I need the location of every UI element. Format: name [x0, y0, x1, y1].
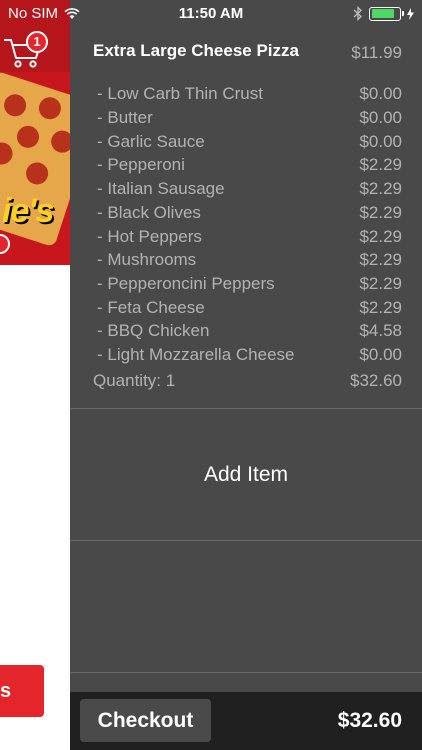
- checkout-button[interactable]: Checkout: [80, 699, 211, 742]
- option-price: $0.00: [359, 132, 402, 151]
- status-bar: No SIM 11:50 AM: [0, 0, 422, 30]
- option-name: - Mushrooms: [97, 250, 197, 269]
- option-row: - Mushrooms $2.29: [70, 250, 422, 274]
- option-price: $2.29: [359, 179, 402, 198]
- option-price: $2.29: [359, 227, 402, 246]
- background-app-panel: 1 ie's s: [0, 0, 70, 750]
- option-row: - Italian Sausage $2.29: [70, 179, 422, 203]
- promo-banner[interactable]: ie's: [0, 72, 70, 265]
- option-row: - Hot Peppers $2.29: [70, 227, 422, 251]
- option-price: $2.29: [359, 274, 402, 293]
- option-name: - Pepperoni: [97, 155, 185, 174]
- charging-icon: [407, 7, 414, 20]
- logo-badge: [0, 234, 10, 254]
- option-row: - Black Olives $2.29: [70, 203, 422, 227]
- add-item-button[interactable]: Add Item: [70, 409, 422, 540]
- option-price: $0.00: [359, 84, 402, 103]
- quantity-label: Quantity: 1: [93, 371, 176, 390]
- option-row: - Pepperoncini Peppers $2.29: [70, 274, 422, 298]
- option-name: - Hot Peppers: [97, 227, 202, 246]
- option-name: - Italian Sausage: [97, 179, 225, 198]
- option-name: - Low Carb Thin Crust: [97, 84, 263, 103]
- cart-count-badge: 1: [26, 31, 48, 53]
- option-name: - Pepperoncini Peppers: [97, 274, 275, 293]
- divider: [70, 672, 422, 673]
- option-name: - Black Olives: [97, 203, 201, 222]
- option-row: - Feta Cheese $2.29: [70, 298, 422, 322]
- order-button[interactable]: s: [0, 665, 44, 717]
- option-name: - Garlic Sauce: [97, 132, 205, 151]
- option-name: - Light Mozzarella Cheese: [97, 345, 295, 364]
- divider: [70, 540, 422, 541]
- option-name: - Butter: [97, 108, 153, 127]
- option-price: $2.29: [359, 250, 402, 269]
- option-row: - Butter $0.00: [70, 108, 422, 132]
- cart-total: $32.60: [337, 709, 402, 732]
- item-base-price: $11.99: [351, 43, 402, 62]
- item-title: Extra Large Cheese Pizza: [93, 41, 299, 60]
- battery-icon: [369, 6, 404, 21]
- checkout-bar: Checkout $32.60: [70, 692, 422, 750]
- option-price: $0.00: [359, 345, 402, 364]
- option-row: - Pepperoni $2.29: [70, 155, 422, 179]
- option-price: $2.29: [359, 155, 402, 174]
- option-name: - Feta Cheese: [97, 298, 205, 317]
- option-price: $2.29: [359, 203, 402, 222]
- option-row: - Garlic Sauce $0.00: [70, 132, 422, 156]
- option-row: - BBQ Chicken $4.58: [70, 321, 422, 345]
- option-row: - Low Carb Thin Crust $0.00: [70, 84, 422, 108]
- bluetooth-icon: [353, 6, 362, 21]
- option-row: - Light Mozzarella Cheese $0.00: [70, 345, 422, 369]
- cart-panel: Extra Large Cheese Pizza $11.99 - Low Ca…: [70, 0, 422, 750]
- item-line-total: $32.60: [350, 371, 402, 390]
- option-price: $4.58: [359, 321, 402, 340]
- option-price: $2.29: [359, 298, 402, 317]
- option-name: - BBQ Chicken: [97, 321, 210, 340]
- brand-logo-text: ie's: [2, 192, 54, 230]
- option-price: $0.00: [359, 108, 402, 127]
